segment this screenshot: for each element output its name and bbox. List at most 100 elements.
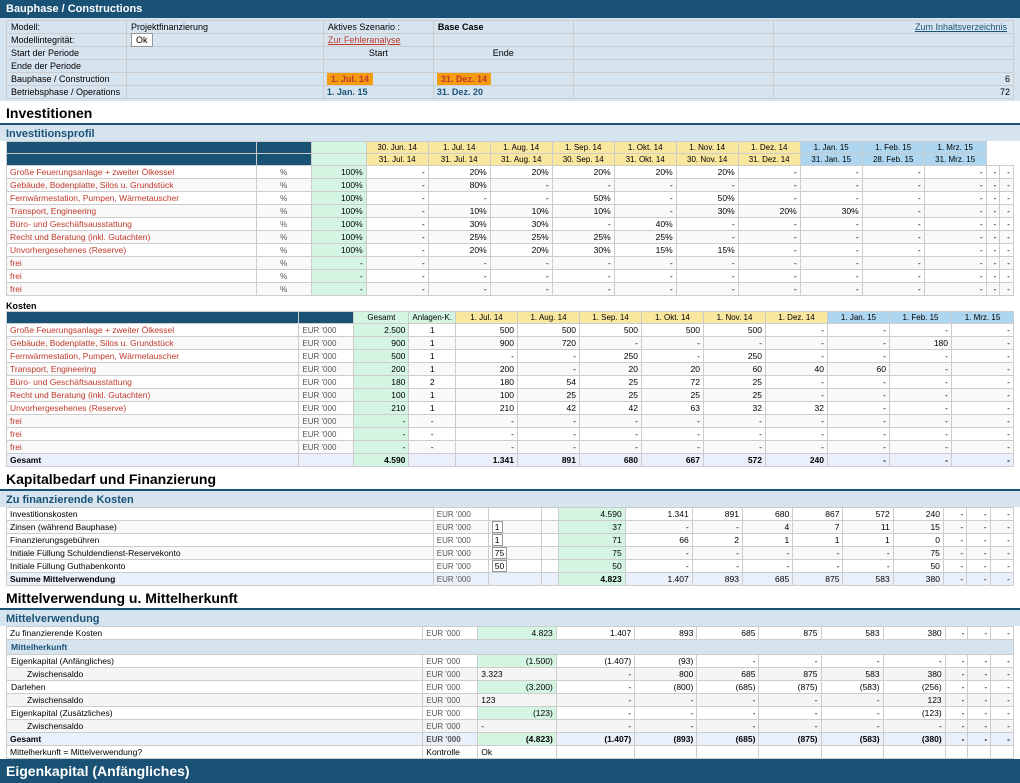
- ip-p5: -: [676, 218, 738, 231]
- kap-p3: -: [742, 560, 792, 573]
- ip-p2: -: [490, 270, 552, 283]
- kosten-row: Gebäude, Bodenplatte, Silos u. Grundstüc…: [7, 337, 1014, 350]
- k-p1: 200: [456, 363, 518, 376]
- mittelverwendung-title: Mittelverwendung u. Mittelherkunft: [0, 586, 1020, 610]
- k-p8: -: [890, 428, 952, 441]
- th2-p4: 31. Okt. 14: [614, 154, 676, 166]
- th-p9: 1. Mrz. 15: [924, 142, 986, 154]
- ip-val: 100%: [311, 244, 366, 257]
- ip-extra2: -: [1000, 270, 1014, 283]
- kap-p3: 680: [742, 508, 792, 521]
- k-p1: 900: [456, 337, 518, 350]
- kap-box2: [542, 534, 559, 547]
- k-label: Recht und Beratung (inkl. Gutachten): [7, 389, 299, 402]
- kosten-p9-total: -: [952, 454, 1014, 467]
- kap-gesamt: 4.590: [558, 508, 625, 521]
- betrieb-label: Betriebsphase / Operations: [7, 86, 127, 99]
- k-label: frei: [7, 415, 299, 428]
- k-p8: 180: [890, 337, 952, 350]
- kosten-row: Recht und Beratung (inkl. Gutachten) EUR…: [7, 389, 1014, 402]
- start-col-header: Start: [323, 47, 433, 60]
- k-p6: -: [766, 324, 828, 337]
- ip-p4: 40%: [614, 218, 676, 231]
- k-unit: EUR '000: [299, 376, 354, 389]
- kosten-table-container: Gesamt Anlagen-K. 1. Jul. 14 1. Aug. 14 …: [0, 311, 1020, 467]
- k-p5: 500: [704, 324, 766, 337]
- ip-p4: -: [614, 283, 676, 296]
- ip-p3: 20%: [552, 166, 614, 179]
- k-unit: EUR '000: [299, 389, 354, 402]
- kth-anlagen: Anlagen-K.: [409, 312, 456, 324]
- end-label: Ende der Periode: [7, 60, 127, 73]
- ip-unit: %: [256, 231, 311, 244]
- mh-p3: -: [697, 707, 759, 720]
- k-anlagen: 1: [409, 389, 456, 402]
- mh-p4: 875: [759, 668, 821, 681]
- kap-p7: -: [943, 521, 966, 534]
- toc-link[interactable]: Zum Inhaltsverzeichnis: [773, 21, 1013, 34]
- mh-p7: -: [945, 681, 968, 694]
- mh-gesamt: (3.200): [478, 681, 556, 694]
- ip-p9: -: [924, 166, 986, 179]
- ip-label: Büro- und Geschäftsausstattung: [7, 218, 257, 231]
- k-unit: EUR '000: [299, 363, 354, 376]
- mh-p8: -: [968, 681, 991, 694]
- th-p5: 1. Nov. 14: [676, 142, 738, 154]
- ip-p9: -: [924, 179, 986, 192]
- k-gesamt: 900: [354, 337, 409, 350]
- kap-p7: -: [943, 534, 966, 547]
- ip-p9: -: [924, 270, 986, 283]
- k-p8: -: [890, 376, 952, 389]
- ip-p8: -: [862, 244, 924, 257]
- th-desc: [7, 142, 257, 154]
- mh-p5: -: [821, 720, 883, 733]
- ip-p6: -: [738, 283, 800, 296]
- mg-p1: (1.407): [556, 733, 634, 746]
- k-p4: -: [642, 350, 704, 363]
- ip-label: Große Feuerungsanlage + zweiter Ölkessel: [7, 166, 257, 179]
- k-p9: -: [952, 324, 1014, 337]
- ip-p5: 30%: [676, 205, 738, 218]
- ip-val: 100%: [311, 166, 366, 179]
- k-p6: -: [766, 415, 828, 428]
- kosten-row: frei EUR '000 - - ---------: [7, 428, 1014, 441]
- mh-p7: -: [945, 720, 968, 733]
- kap-unit: EUR '000: [433, 534, 488, 547]
- ip-p5: 15%: [676, 244, 738, 257]
- kap-box: 50: [488, 560, 541, 573]
- k-p3: -: [580, 441, 642, 454]
- mh-p9: -: [991, 720, 1014, 733]
- ip-p8: -: [862, 192, 924, 205]
- ip-p3: 30%: [552, 244, 614, 257]
- k-p6: -: [766, 376, 828, 389]
- mh-p3: (685): [697, 681, 759, 694]
- ip-unit: %: [256, 257, 311, 270]
- ip-p1: -: [428, 192, 490, 205]
- kth-unit: [299, 312, 354, 324]
- k-gesamt: 210: [354, 402, 409, 415]
- mh-p8: -: [968, 707, 991, 720]
- mv-sub-title: Mittelverwendung: [0, 610, 1020, 626]
- ip-p6: -: [738, 257, 800, 270]
- investitionsprofil-table-container: 30. Jun. 14 1. Jul. 14 1. Aug. 14 1. Sep…: [0, 141, 1020, 296]
- k-p3: 250: [580, 350, 642, 363]
- k-unit: EUR '000: [299, 350, 354, 363]
- kth-p5: 1. Nov. 14: [704, 312, 766, 324]
- kap-p4: -: [793, 560, 843, 573]
- ip-p7: -: [800, 244, 862, 257]
- k-p5: 60: [704, 363, 766, 376]
- kap-p5: 583: [843, 573, 893, 586]
- mh-p9: -: [991, 707, 1014, 720]
- kosten-p1-total: 1.341: [456, 454, 518, 467]
- ip-p9: -: [924, 283, 986, 296]
- error-link[interactable]: Zur Fehleranalyse: [323, 34, 433, 47]
- page-title: Bauphase / Constructions: [6, 3, 142, 15]
- investitionsprofil-table: 30. Jun. 14 1. Jul. 14 1. Aug. 14 1. Sep…: [6, 141, 1014, 296]
- ip-p4: -: [614, 257, 676, 270]
- ip-extra: -: [986, 179, 1000, 192]
- th2-p8: 28. Feb. 15: [862, 154, 924, 166]
- mh-unit: EUR '000: [423, 707, 478, 720]
- k-p2: 500: [518, 324, 580, 337]
- scenario-value: Base Case: [433, 21, 573, 34]
- ip-val: 100%: [311, 205, 366, 218]
